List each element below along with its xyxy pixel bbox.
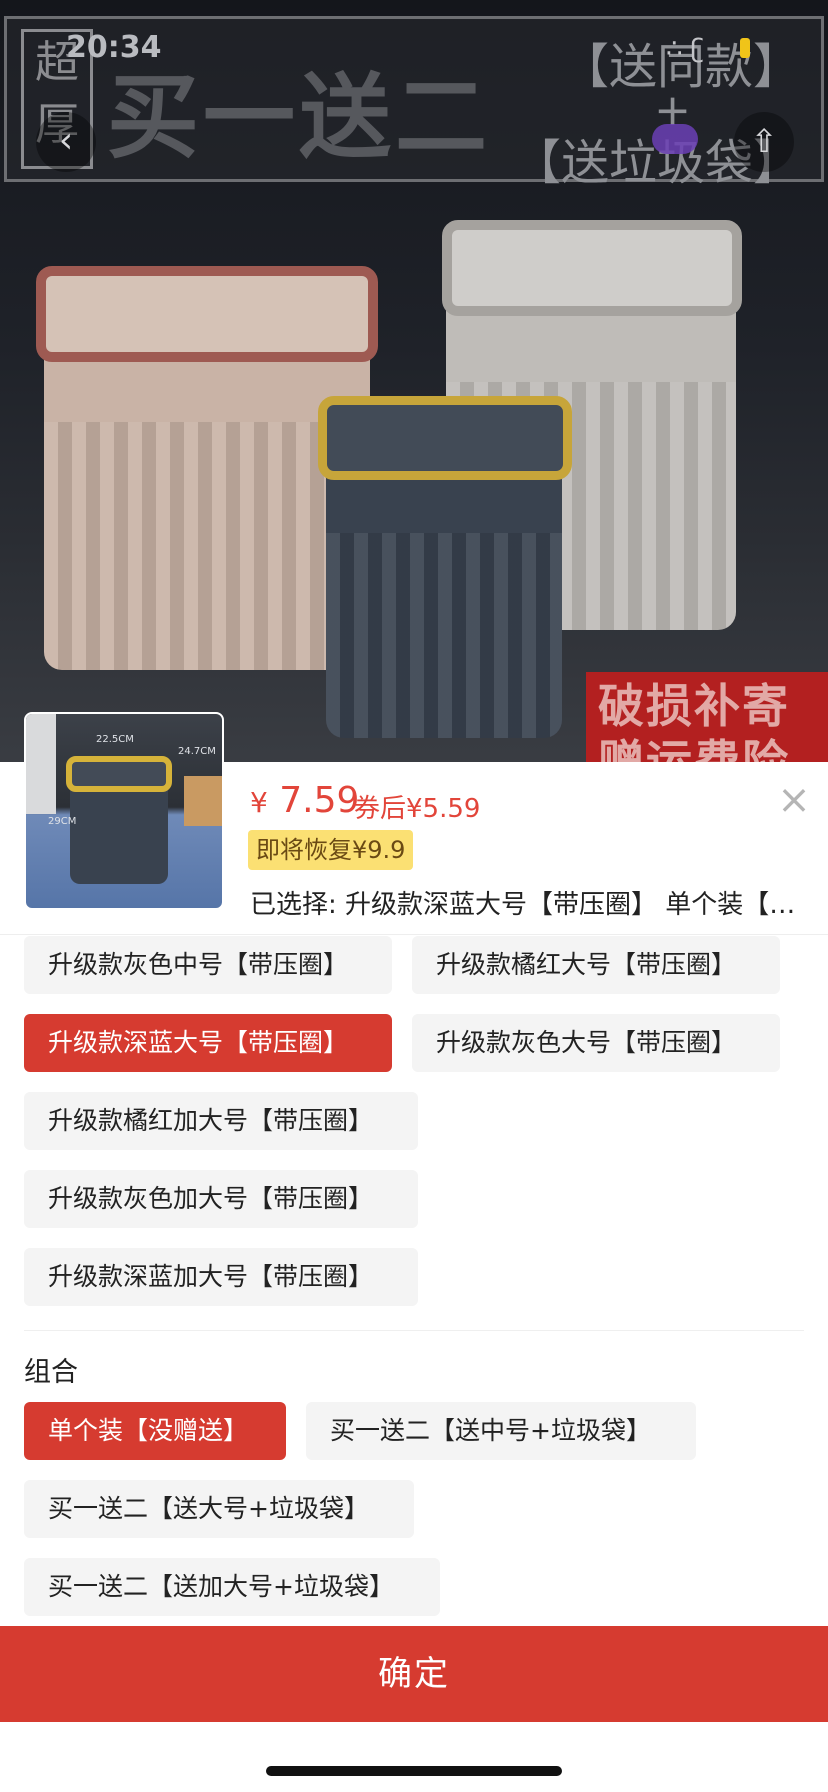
- banner-title: 买一送二: [107, 64, 492, 171]
- confirm-button[interactable]: 确定: [0, 1626, 828, 1722]
- style-option[interactable]: 升级款深蓝大号【带压圈】: [24, 1014, 392, 1072]
- grey-bin-rim: [442, 220, 742, 316]
- thumbnail-dimension: 22.5CM: [96, 734, 134, 745]
- thumbnail-dimension: 29CM: [48, 816, 77, 827]
- product-photo[interactable]: 超厚 买一送二 【送同款】 + 【送垃圾袋】 破损补寄赠运费险 20:34 ∴ …: [0, 0, 828, 770]
- style-option[interactable]: 升级款深蓝加大号【带压圈】: [24, 1248, 418, 1306]
- style-option[interactable]: 升级款灰色中号【带压圈】: [24, 936, 392, 994]
- battery-icon: [740, 38, 750, 58]
- style-option[interactable]: 升级款橘红大号【带压圈】: [412, 936, 780, 994]
- share-icon: ⇧: [750, 122, 778, 160]
- style-option[interactable]: 升级款灰色大号【带压圈】: [412, 1014, 780, 1072]
- thumbnail-wall: [26, 714, 56, 814]
- photo-badge: 破损补寄赠运费险: [586, 672, 828, 770]
- share-button[interactable]: ⇧: [734, 112, 794, 172]
- divider: [0, 934, 828, 935]
- combo-heading: 组合: [24, 1357, 78, 1388]
- price-restore-badge: 即将恢复¥9.9: [248, 830, 414, 870]
- status-time: 20:34: [66, 30, 162, 65]
- signal-icon: ∴ ʗ: [666, 34, 705, 64]
- style-option[interactable]: 升级款灰色加大号【带压圈】: [24, 1170, 418, 1228]
- thumbnail-bin-rim: [66, 756, 172, 792]
- cart-icon[interactable]: [652, 124, 698, 154]
- combo-option[interactable]: 单个装【没赠送】: [24, 1402, 286, 1460]
- combo-option[interactable]: 买一送二【送中号+垃圾袋】: [306, 1402, 696, 1460]
- combo-option[interactable]: 买一送二【送加大号+垃圾袋】: [24, 1558, 440, 1616]
- thumbnail-dimension: 24.7CM: [178, 746, 216, 757]
- selected-sku-summary: 已选择: 升级款深蓝大号【带压圈】 单个装【没赠送】: [250, 890, 802, 920]
- back-arrow-icon: ‹: [58, 120, 74, 161]
- price: ¥ 7.59: [250, 780, 359, 821]
- coupon-price: 券后¥5.59: [354, 794, 481, 824]
- divider: [24, 1330, 804, 1331]
- price-value: 7.59: [279, 780, 360, 821]
- pink-bin-rim: [36, 266, 378, 362]
- currency-symbol: ¥: [250, 786, 268, 819]
- back-button[interactable]: ‹: [36, 112, 96, 172]
- product-thumbnail[interactable]: 22.5CM 24.7CM 29CM: [24, 712, 224, 910]
- home-indicator: [266, 1766, 562, 1776]
- close-button[interactable]: ×: [774, 780, 814, 820]
- combo-option[interactable]: 买一送二【送大号+垃圾袋】: [24, 1480, 414, 1538]
- navy-bin-rim: [318, 396, 572, 480]
- style-option[interactable]: 升级款橘红加大号【带压圈】: [24, 1092, 418, 1150]
- thumbnail-box: [184, 776, 222, 826]
- close-icon: ×: [777, 777, 811, 823]
